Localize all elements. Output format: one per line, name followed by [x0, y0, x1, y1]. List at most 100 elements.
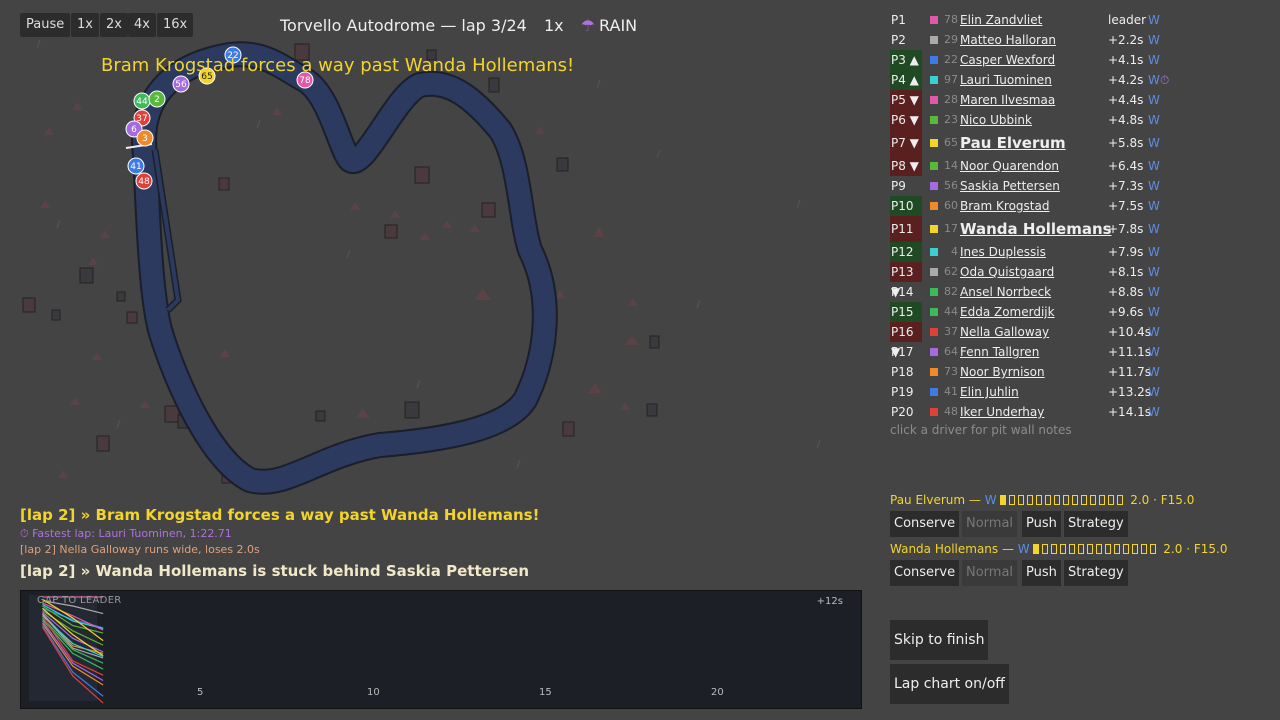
- driver-name-link[interactable]: Maren Ilvesmaa: [960, 90, 1055, 110]
- driver-name-link[interactable]: Fenn Tallgren: [960, 342, 1039, 362]
- car-number: 29: [944, 33, 958, 46]
- wear-segment: [1018, 495, 1025, 505]
- gap-value: +8.1s: [1108, 265, 1144, 279]
- tyre-compound: W: [1148, 245, 1160, 259]
- normal-button[interactable]: Normal: [962, 511, 1018, 537]
- driver-name-link[interactable]: Noor Quarendon: [960, 156, 1059, 176]
- push-button[interactable]: Push: [1022, 511, 1061, 537]
- car-number: 56: [944, 179, 958, 192]
- driver-name-link[interactable]: Pau Elverum: [960, 130, 1066, 156]
- driver-name-link[interactable]: Iker Underhay: [960, 402, 1044, 422]
- standings-row[interactable]: P4 ▲ 97 Lauri Tuominen +4.2s W ⏱: [890, 70, 1280, 90]
- wear-segment: [1150, 544, 1157, 554]
- standings-row[interactable]: P19 41 Elin Juhlin +13.2s W: [890, 382, 1280, 402]
- strategy-button[interactable]: Strategy: [1064, 511, 1128, 537]
- wear-segment: [1045, 495, 1052, 505]
- team-color-swatch: [930, 56, 938, 64]
- standings-row[interactable]: P8 ▼ 14 Noor Quarendon +6.4s W: [890, 156, 1280, 176]
- driver-name-link[interactable]: Nella Galloway: [960, 322, 1049, 342]
- lap-chart-toggle-button[interactable]: Lap chart on/off: [890, 664, 1009, 704]
- driver-name-link[interactable]: Lauri Tuominen: [960, 70, 1052, 90]
- gap-value: +2.2s: [1108, 33, 1144, 47]
- gap-value: +4.1s: [1108, 53, 1144, 67]
- position-label: P4 ▲: [890, 70, 922, 90]
- car-number: 60: [944, 199, 958, 212]
- chart-x-tick: 15: [539, 687, 552, 698]
- driver-name-link[interactable]: Oda Quistgaard: [960, 262, 1054, 282]
- chart-plot-area: [29, 595, 97, 701]
- speed-16x-button[interactable]: 16x: [157, 13, 194, 37]
- position-label: P1: [891, 13, 906, 27]
- standings-row[interactable]: P14 82 Ansel Norrbeck +8.8s W: [890, 282, 1280, 302]
- wear-segment: [1060, 544, 1067, 554]
- standings-row[interactable]: P11 ▼ 17Wanda Hollemans+7.8s W: [890, 216, 1280, 262]
- car-number: 14: [944, 159, 958, 172]
- tyre-compound: W: [1148, 305, 1160, 319]
- driver-name-link[interactable]: Casper Wexford: [960, 50, 1055, 70]
- standings-row[interactable]: P10 ▲ 60Bram Krogstad +7.5s W: [890, 196, 1280, 233]
- standings-row[interactable]: P7 ▼ 65 Pau Elverum +5.8s W: [890, 130, 1280, 156]
- umbrella-icon: ☂: [580, 16, 596, 35]
- tyre-compound: W: [1148, 73, 1160, 87]
- team-color-swatch: [930, 139, 938, 147]
- standings-hint: click a driver for pit wall notes: [890, 423, 1072, 437]
- conserve-button[interactable]: Conserve: [890, 511, 960, 537]
- standings-row[interactable]: P16 ▼ 37 Nella Galloway +10.4s W: [890, 322, 1280, 359]
- speed-2x-button[interactable]: 2x: [100, 13, 128, 37]
- push-button[interactable]: Push: [1022, 560, 1061, 586]
- standings-row[interactable]: P18 73 Noor Byrnison +11.7s W: [890, 362, 1280, 382]
- gap-value: +10.4s: [1108, 325, 1152, 339]
- speed-4x-button[interactable]: 4x: [128, 13, 156, 37]
- normal-button[interactable]: Normal: [962, 560, 1018, 586]
- standings-row[interactable]: P9 56 Saskia Pettersen +7.3s W: [890, 176, 1280, 196]
- wear-segment: [1117, 495, 1124, 505]
- driver-name-link[interactable]: Edda Zomerdijk: [960, 302, 1055, 322]
- wear-segment: [1105, 544, 1112, 554]
- team-color-swatch: [930, 16, 938, 24]
- driver-name-link[interactable]: Matteo Halloran: [960, 30, 1056, 50]
- standings-row[interactable]: P6 ▼ 23 Nico Ubbink +4.8s W: [890, 110, 1280, 130]
- gap-value: +4.4s: [1108, 93, 1144, 107]
- standings-row[interactable]: P3 ▲ 22 Casper Wexford +4.1s W: [890, 50, 1280, 70]
- wear-segment: [1072, 495, 1079, 505]
- position-label: P20: [891, 405, 914, 419]
- tyre-wear-meter: [1000, 493, 1126, 507]
- driver-name-link[interactable]: Elin Juhlin: [960, 382, 1019, 402]
- driver-name-link[interactable]: Ines Duplessis: [960, 242, 1046, 262]
- tyre-compound: W: [1148, 159, 1160, 173]
- standings-row[interactable]: P12 ▲ 4Ines Duplessis +7.9s W: [890, 242, 1280, 279]
- wear-segment: [1027, 495, 1034, 505]
- conserve-button[interactable]: Conserve: [890, 560, 960, 586]
- car-number: 44: [944, 305, 958, 318]
- standings-row[interactable]: P13 ▼ 62 Oda Quistgaard +8.1s W: [890, 262, 1280, 299]
- standings-row[interactable]: P2 29 Matteo Halloran +2.2s W: [890, 30, 1280, 50]
- position-label: P7 ▼: [890, 130, 922, 156]
- car-number: 44: [136, 97, 148, 107]
- position-label: P2: [891, 33, 906, 47]
- driver-name-link[interactable]: Saskia Pettersen: [960, 176, 1060, 196]
- skip-to-finish-button[interactable]: Skip to finish: [890, 620, 989, 660]
- car-number: 41: [944, 385, 958, 398]
- wear-segment: [1042, 544, 1049, 554]
- standings-row[interactable]: P20 48 Iker Underhay +14.1s W: [890, 402, 1280, 422]
- standings-row[interactable]: P5 ▼ 28 Maren Ilvesmaa +4.4s W: [890, 90, 1280, 110]
- driver-name-link[interactable]: Elin Zandvliet: [960, 10, 1042, 30]
- driver-name-link[interactable]: Ansel Norrbeck: [960, 282, 1051, 302]
- gap-value: +4.8s: [1108, 113, 1144, 127]
- gap-value: +6.4s: [1108, 159, 1144, 173]
- standings-row[interactable]: P17 64 Fenn Tallgren +11.1s W: [890, 342, 1280, 362]
- standings-row[interactable]: P15 ▲ 44Edda Zomerdijk +9.6s W: [890, 302, 1280, 339]
- speed-1x-button[interactable]: 1x: [71, 13, 99, 37]
- strategy-button[interactable]: Strategy: [1064, 560, 1128, 586]
- gap-value: +11.1s: [1108, 345, 1152, 359]
- driver-name-link[interactable]: Nico Ubbink: [960, 110, 1032, 130]
- race-title: Torvello Autodrome — lap 3/24: [280, 16, 527, 35]
- chart-x-tick: 5: [197, 687, 204, 698]
- driver-stats: 2.0 · F15.0: [1159, 542, 1228, 556]
- driver-name-link[interactable]: Wanda Hollemans: [960, 216, 1112, 242]
- driver-name-link[interactable]: Noor Byrnison: [960, 362, 1045, 382]
- pause-button[interactable]: Pause: [20, 13, 71, 37]
- wear-segment: [1033, 544, 1040, 554]
- driver-name-link[interactable]: Bram Krogstad: [960, 196, 1049, 216]
- standings-row[interactable]: P1 78 Elin Zandvliet leader W: [890, 10, 1280, 30]
